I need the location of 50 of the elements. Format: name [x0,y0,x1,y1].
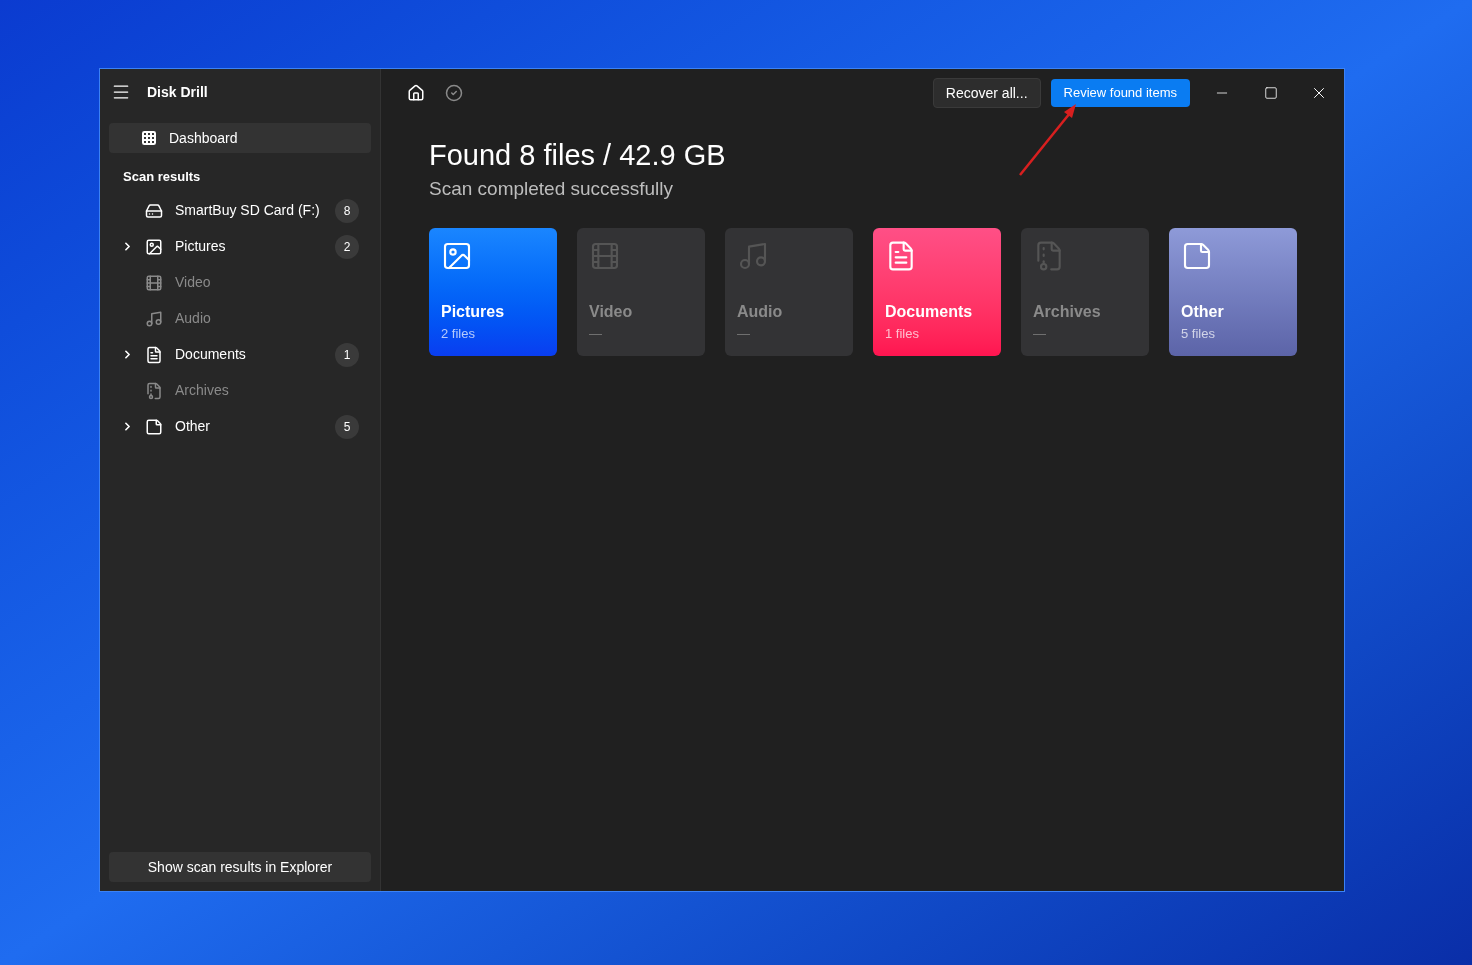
card-detail: 2 files [441,325,476,343]
card-detail: — [1033,325,1047,343]
film-icon [145,273,163,292]
card-title: Pictures [441,302,506,322]
count-badge: 5 [335,414,359,439]
status-text: Scan completed successfully [429,177,674,201]
card-detail: — [589,325,603,343]
category-card[interactable]: Documents 1 files [873,227,1001,356]
card-title: Archives [1033,302,1102,322]
sidebar-item-label: Other [175,417,210,436]
image-icon [145,237,163,256]
document-icon [145,345,163,364]
card-title: Other [1181,302,1225,322]
results-heading: Found 8 files / 42.9 GB [429,138,727,173]
card-title: Video [589,302,634,322]
annotation-arrow [1019,104,1076,176]
sidebar-item[interactable]: Pictures 2 [109,228,371,265]
sidebar-item-label: SmartBuy SD Card (F:) [175,201,320,220]
card-detail: 5 files [1181,325,1216,343]
dashboard-item[interactable]: Dashboard [109,123,371,153]
sidebar-item-label: Audio [175,309,211,328]
window-title: Disk Drill [147,82,208,102]
category-card[interactable]: Other 5 files [1169,227,1297,356]
count-badge: 8 [335,198,359,223]
card-detail: 1 files [885,325,920,343]
home-icon[interactable] [407,84,425,102]
sidebar-item[interactable]: SmartBuy SD Card (F:) 8 [109,192,371,229]
card-title: Audio [737,302,784,322]
category-card[interactable]: Pictures 2 files [429,227,557,356]
recover-all-button[interactable]: Recover all... [932,78,1041,108]
card-title: Documents [885,302,974,322]
show-in-explorer-button[interactable]: Show scan results in Explorer [109,852,371,882]
count-badge: 2 [335,234,359,259]
drive-icon [145,201,163,220]
sidebar-item-label: Pictures [175,237,226,256]
sidebar-item-label: Documents [175,345,246,364]
count-badge: 1 [335,342,359,367]
music-note-icon [145,309,163,328]
sidebar-item[interactable]: Documents 1 [109,336,371,373]
review-found-items-button[interactable]: Review found items [1050,79,1190,107]
card-detail: — [737,325,751,343]
grid-icon [141,130,157,146]
section-title: Scan results [122,168,202,186]
sidebar-item-label: Video [175,273,211,292]
archive-icon [145,381,163,400]
sidebar-item[interactable]: Other 5 [109,408,371,445]
note-icon [145,417,163,436]
maximize-icon[interactable] [1264,86,1278,100]
check-circle-icon[interactable] [445,84,463,102]
sidebar-item-label: Archives [175,381,229,400]
